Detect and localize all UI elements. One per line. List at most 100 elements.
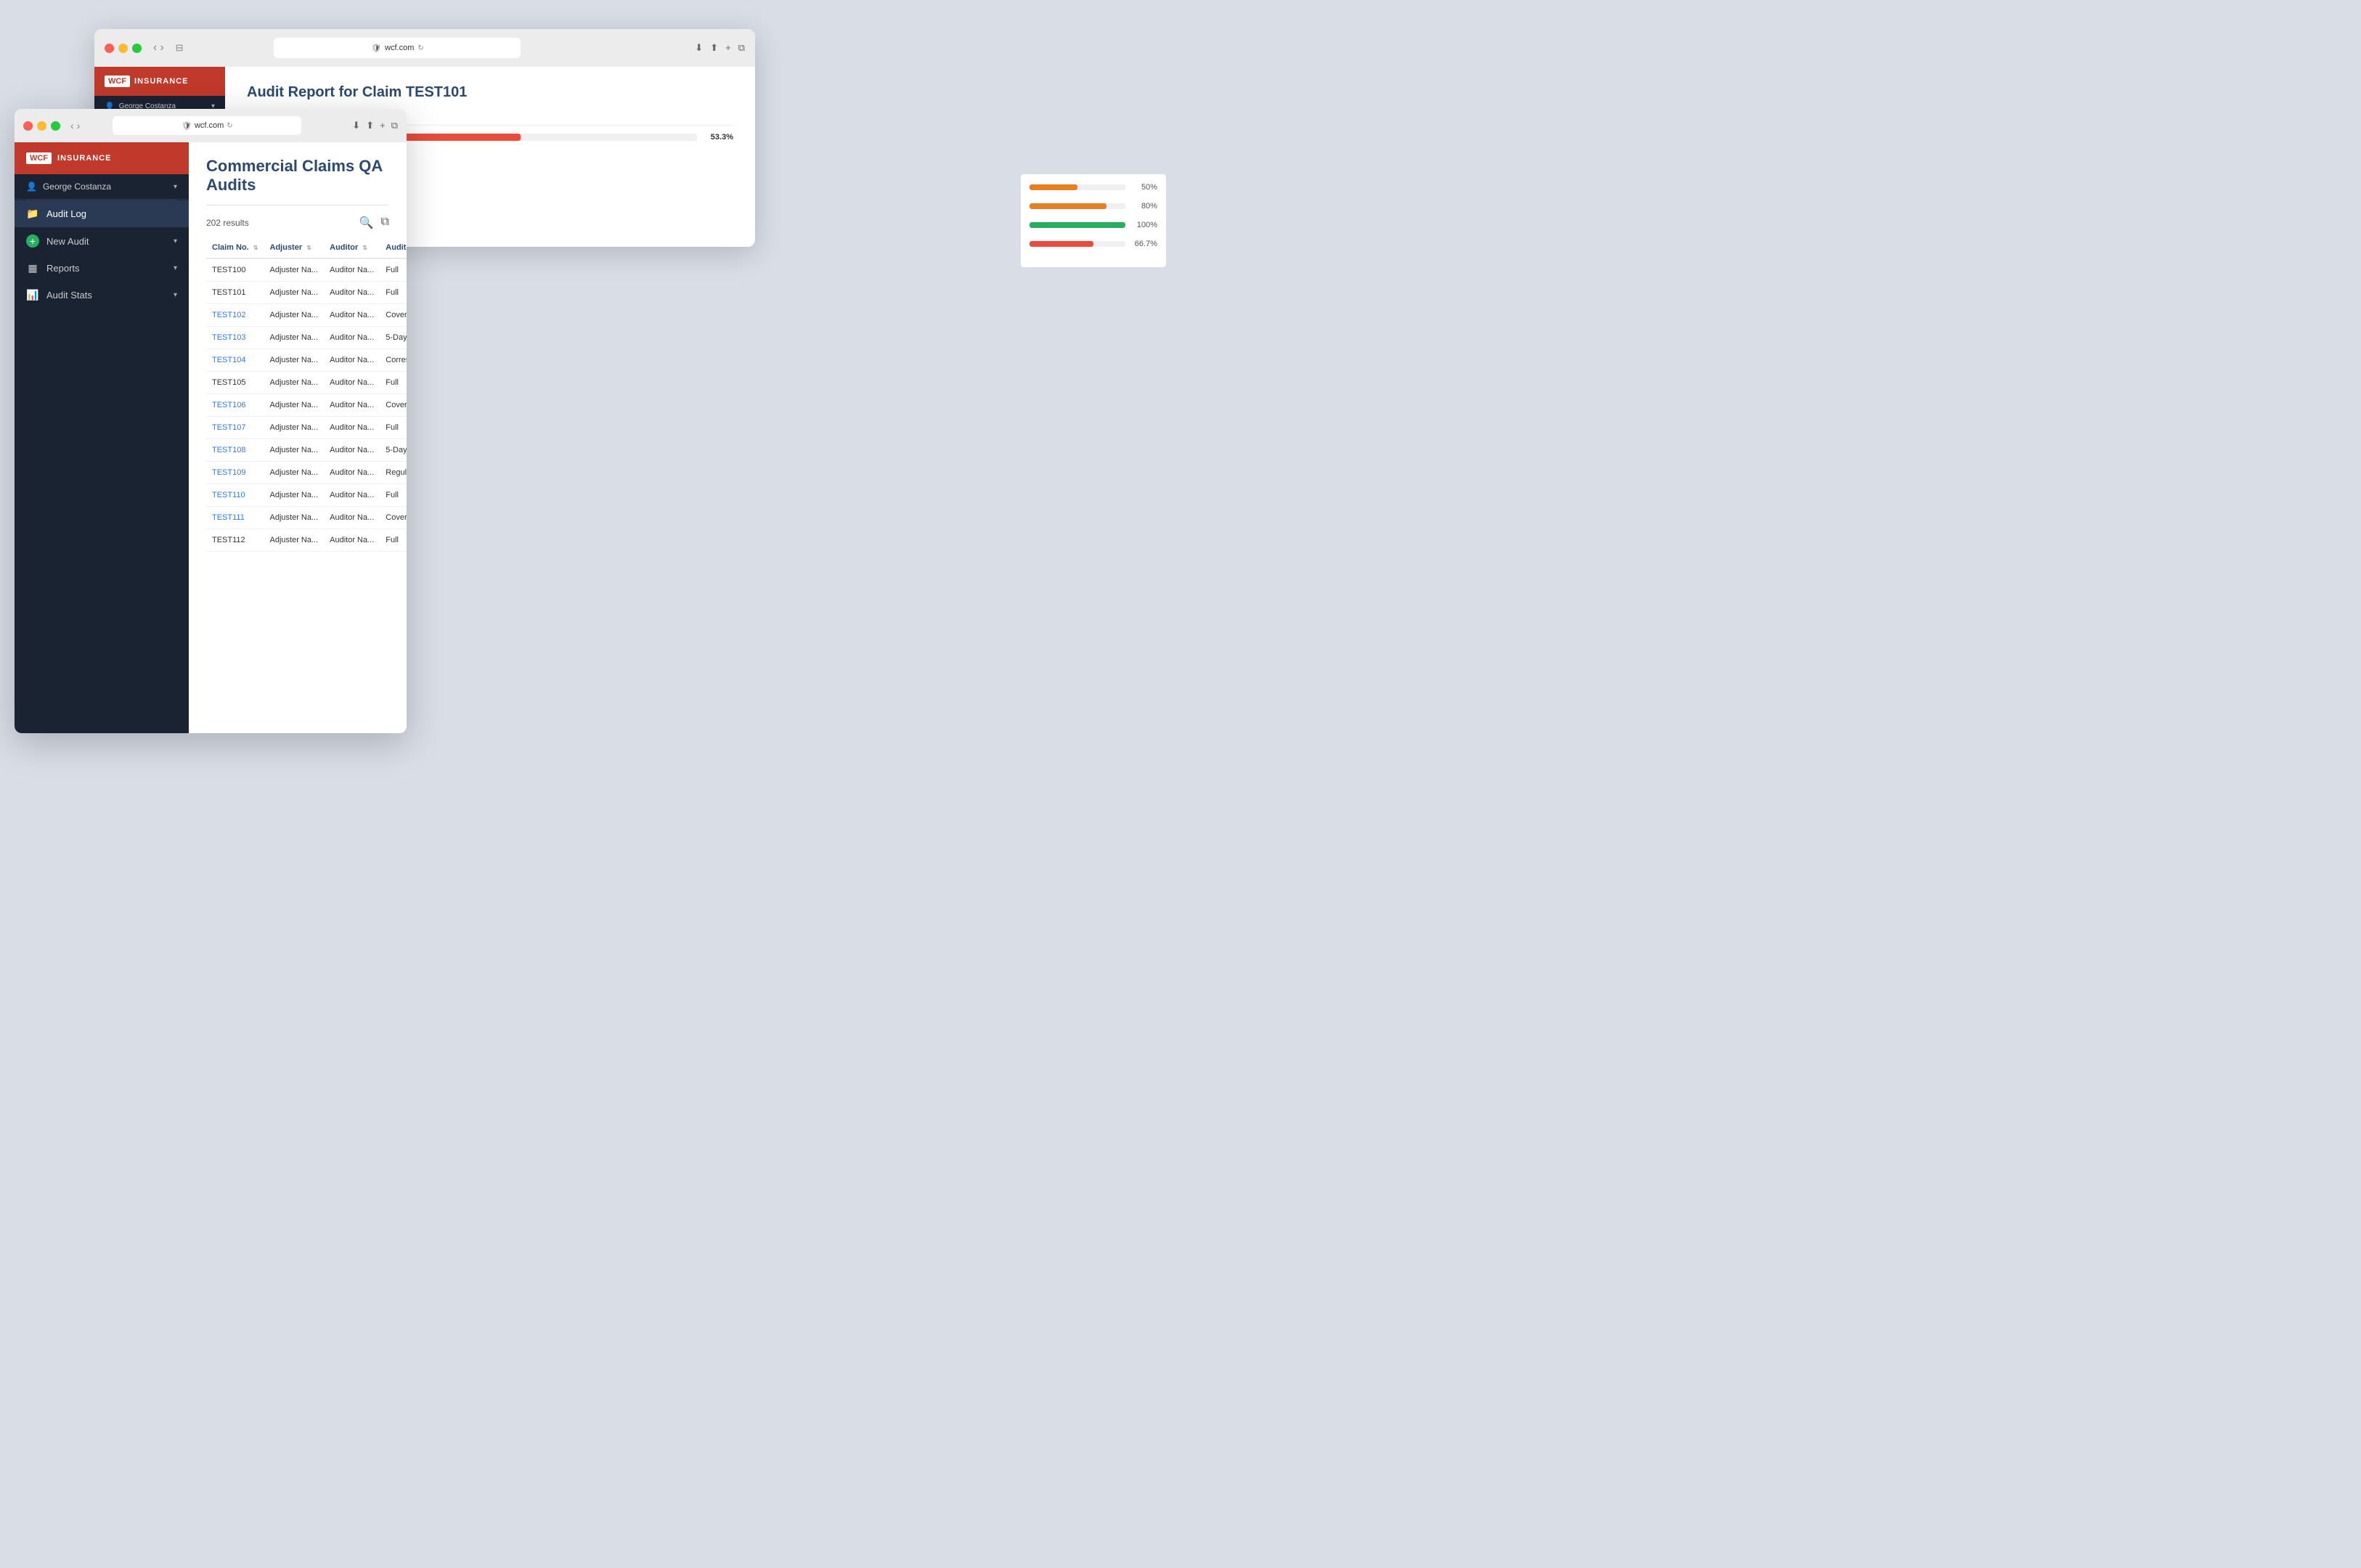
back-share-icon[interactable]: ⬆ — [710, 42, 718, 54]
back-wcf-badge: WCF — [105, 75, 130, 87]
cell-claim-no: TEST112 — [206, 529, 264, 552]
front-reload-icon[interactable]: ↻ — [227, 122, 232, 130]
front-plus-circle-icon: + — [26, 234, 39, 248]
front-tabs-icon[interactable]: ⧉ — [391, 120, 398, 131]
back-minimize-button[interactable] — [118, 44, 128, 53]
cell-adjuster: Adjuster Na... — [264, 462, 325, 484]
cell-claim-no[interactable]: TEST109 — [206, 462, 264, 484]
cell-auditor: Auditor Na... — [324, 372, 380, 394]
front-arrow-left[interactable]: ‹ — [70, 120, 74, 131]
back-tabs-icon[interactable]: ⧉ — [738, 42, 745, 54]
cell-adjuster: Adjuster Na... — [264, 372, 325, 394]
front-close-button[interactable] — [23, 121, 33, 131]
back-maximize-button[interactable] — [132, 44, 142, 53]
front-nav-audit-log[interactable]: 📁 Audit Log — [15, 200, 189, 227]
front-share-icon[interactable]: ⬆ — [366, 120, 374, 131]
cell-claim-no[interactable]: TEST104 — [206, 349, 264, 372]
cell-audit-type: Regulatory... — [380, 462, 407, 484]
table-row: TEST109Adjuster Na...Auditor Na...Regula… — [206, 462, 407, 484]
front-filter-icon[interactable]: ⧉ — [381, 216, 389, 230]
cell-audit-type: Coverage S... — [380, 304, 407, 327]
front-col-adjuster: Adjuster ⇅ — [264, 237, 325, 258]
front-sort-adjuster[interactable]: ⇅ — [306, 245, 311, 251]
front-username: George Costanza — [43, 181, 111, 192]
cell-claim-no[interactable]: TEST107 — [206, 417, 264, 439]
cell-adjuster: Adjuster Na... — [264, 507, 325, 529]
right-score-row-3: 100% — [1029, 221, 1157, 229]
cell-claim-no[interactable]: TEST110 — [206, 484, 264, 507]
back-page-title: Audit Report for Claim TEST101 — [247, 84, 733, 101]
front-newtab-icon[interactable]: + — [380, 120, 386, 131]
cell-claim-no[interactable]: TEST108 — [206, 439, 264, 462]
front-user-icon: 👤 — [26, 181, 37, 192]
back-close-button[interactable] — [105, 44, 114, 53]
claim-link[interactable]: TEST111 — [212, 513, 245, 522]
front-table-toolbar: 202 results 🔍 ⧉ — [206, 216, 389, 230]
front-col-auditor: Auditor ⇅ — [324, 237, 380, 258]
cell-claim-no: TEST101 — [206, 282, 264, 304]
claim-link[interactable]: TEST108 — [212, 446, 245, 454]
table-row: TEST111Adjuster Na...Auditor Na...Covera… — [206, 507, 407, 529]
right-score-row-2: 80% — [1029, 202, 1157, 211]
back-address-bar[interactable]: 🛡 wcf.com ↻ — [274, 38, 521, 58]
claim-link[interactable]: TEST110 — [212, 491, 245, 499]
cell-claim-no[interactable]: TEST106 — [206, 394, 264, 417]
right-bar-wrap-1 — [1029, 184, 1125, 190]
claim-link[interactable]: TEST109 — [212, 468, 245, 477]
back-url[interactable]: wcf.com — [385, 44, 414, 52]
right-score-panel: 50% 80% 100% 66.7% — [1021, 174, 1166, 267]
front-minimize-button[interactable] — [37, 121, 46, 131]
back-reload-icon[interactable]: ↻ — [417, 44, 423, 52]
front-sort-auditor[interactable]: ⇅ — [362, 245, 367, 251]
cell-auditor: Auditor Na... — [324, 349, 380, 372]
right-score-row-1: 50% — [1029, 183, 1157, 192]
cell-audit-type: Full — [380, 372, 407, 394]
cell-audit-type: 5-Day Slant — [380, 439, 407, 462]
front-chrome-bar: ‹ › 🛡 wcf.com ↻ ⬇ ⬆ + ⧉ — [15, 109, 407, 142]
front-audit-table: Claim No. ⇅ Adjuster ⇅ Auditor ⇅ Audit T… — [206, 237, 407, 552]
back-sidebar-icon: ⊟ — [176, 42, 184, 54]
back-arrow-right[interactable]: › — [160, 41, 163, 54]
front-user-row[interactable]: 👤 George Costanza ▾ — [15, 174, 189, 200]
front-nav-reports[interactable]: ▦ Reports ▾ — [15, 255, 189, 282]
front-arrow-right[interactable]: › — [77, 120, 81, 131]
front-reports-chevron: ▾ — [174, 264, 177, 272]
table-row: TEST104Adjuster Na...Auditor Na...Corres… — [206, 349, 407, 372]
cell-claim-no[interactable]: TEST102 — [206, 304, 264, 327]
table-row: TEST107Adjuster Na...Auditor Na...Full66… — [206, 417, 407, 439]
back-traffic-lights — [105, 44, 142, 53]
cell-claim-no[interactable]: TEST103 — [206, 327, 264, 349]
claim-link[interactable]: TEST104 — [212, 356, 245, 364]
right-bar-4 — [1029, 241, 1093, 247]
cell-audit-type: Full — [380, 484, 407, 507]
cell-audit-type: Full — [380, 282, 407, 304]
cell-adjuster: Adjuster Na... — [264, 304, 325, 327]
front-search-icon[interactable]: 🔍 — [359, 216, 374, 230]
table-row: TEST110Adjuster Na...Auditor Na...Full90… — [206, 484, 407, 507]
cell-auditor: Auditor Na... — [324, 507, 380, 529]
front-results-count: 202 results — [206, 218, 249, 228]
cell-audit-type: Correspon... — [380, 349, 407, 372]
back-newtab-icon[interactable]: + — [725, 42, 731, 54]
cell-audit-type: Coverage S... — [380, 394, 407, 417]
back-arrow-left[interactable]: ‹ — [153, 41, 157, 54]
right-pct-2: 80% — [1131, 202, 1157, 211]
back-download-icon[interactable]: ⬇ — [695, 42, 703, 54]
front-nav-audit-stats[interactable]: 📊 Audit Stats ▾ — [15, 282, 189, 309]
front-maximize-button[interactable] — [51, 121, 60, 131]
front-sort-claim[interactable]: ⇅ — [253, 245, 258, 251]
cell-adjuster: Adjuster Na... — [264, 529, 325, 552]
claim-link[interactable]: TEST103 — [212, 333, 245, 342]
front-nav-new-audit[interactable]: + New Audit ▾ — [15, 227, 189, 255]
cell-claim-no: TEST100 — [206, 258, 264, 282]
front-shield-icon: 🛡 — [182, 121, 192, 131]
claim-link[interactable]: TEST106 — [212, 401, 245, 409]
right-bar-wrap-2 — [1029, 203, 1125, 209]
front-url[interactable]: wcf.com — [195, 121, 224, 130]
front-address-bar[interactable]: 🛡 wcf.com ↻ — [113, 116, 301, 135]
back-nav-arrows: ‹ › — [153, 41, 164, 54]
claim-link[interactable]: TEST102 — [212, 311, 245, 319]
claim-link[interactable]: TEST107 — [212, 423, 245, 432]
cell-claim-no[interactable]: TEST111 — [206, 507, 264, 529]
front-download-icon[interactable]: ⬇ — [352, 120, 360, 131]
